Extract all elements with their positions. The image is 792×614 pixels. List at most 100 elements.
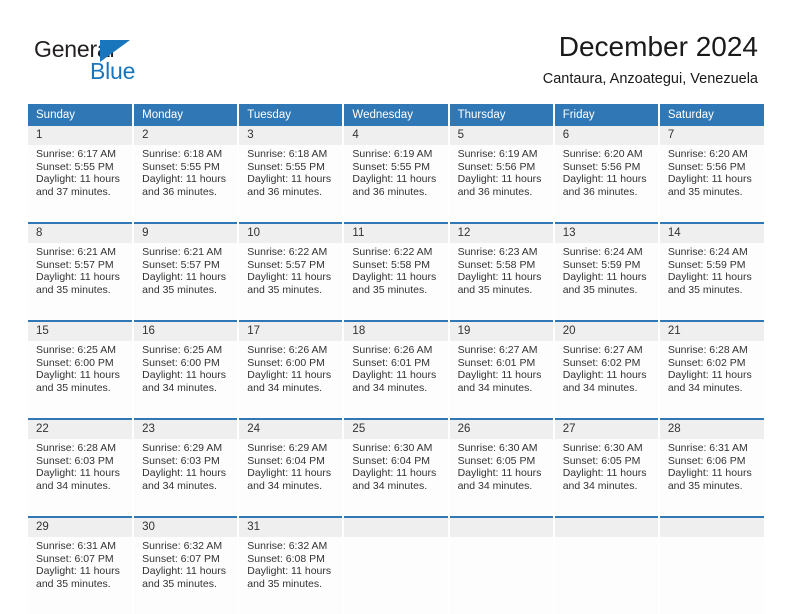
daylight-text-line2: and 35 minutes. — [36, 577, 111, 590]
day-cell: Sunrise: 6:29 AM Sunset: 6:04 PM Dayligh… — [238, 439, 345, 517]
logo-word-blue: Blue — [90, 58, 136, 84]
daylight-text-line1: Daylight: 11 hours — [247, 565, 332, 578]
sunrise-text: Sunrise: 6:31 AM — [36, 540, 116, 552]
day-cell: Sunrise: 6:31 AM Sunset: 6:07 PM Dayligh… — [28, 537, 135, 614]
sunset-text: Sunset: 5:57 PM — [247, 258, 325, 271]
daylight-text-line1: Daylight: 11 hours — [142, 467, 226, 480]
sunrise-text: Sunrise: 6:25 AM — [142, 344, 223, 356]
day-cell: Sunrise: 6:20 AM Sunset: 5:56 PM Dayligh… — [658, 145, 764, 223]
daylight-text-line1: Daylight: 11 hours — [457, 467, 542, 480]
daylight-text-line1: Daylight: 11 hours — [667, 271, 752, 284]
daylight-text-line1: Daylight: 11 hours — [247, 369, 332, 382]
location-subtitle: Cantaura, Anzoategui, Venezuela — [542, 71, 758, 87]
daylight-text-line1: Daylight: 11 hours — [36, 369, 120, 382]
sunset-text: Sunset: 5:55 PM — [142, 160, 220, 173]
daylight-text-line1: Daylight: 11 hours — [667, 369, 752, 382]
sunrise-text: Sunrise: 6:20 AM — [667, 148, 748, 160]
daylight-text-line2: and 34 minutes. — [562, 479, 638, 492]
sunrise-text: Sunrise: 6:30 AM — [457, 442, 538, 454]
daylight-text-line1: Daylight: 11 hours — [36, 565, 120, 578]
day-number: 26 — [448, 418, 555, 439]
page-title: December 2024 — [558, 31, 758, 62]
sunset-text: Sunset: 5:59 PM — [562, 258, 641, 271]
daylight-text-line2: and 36 minutes. — [457, 185, 533, 198]
day-cell: Sunrise: 6:24 AM Sunset: 5:59 PM Dayligh… — [553, 243, 660, 321]
calendar-page: General Blue December 2024 Cantaura, Anz… — [0, 0, 792, 614]
day-number: 25 — [343, 418, 450, 439]
week-daynum-row: 22 23 24 25 26 27 28 — [28, 418, 764, 439]
sunset-text: Sunset: 5:56 PM — [667, 160, 746, 173]
weekday-header-thursday: Thursday — [448, 104, 555, 126]
general-blue-logo[interactable]: General Blue — [34, 36, 234, 90]
day-number: 24 — [238, 418, 345, 439]
daylight-text-line1: Daylight: 11 hours — [142, 271, 226, 284]
daylight-text-line1: Daylight: 11 hours — [36, 467, 120, 480]
sunrise-text: Sunrise: 6:18 AM — [247, 148, 328, 160]
day-number: 17 — [238, 320, 345, 341]
day-number-empty — [658, 516, 764, 537]
day-cell: Sunrise: 6:30 AM Sunset: 6:05 PM Dayligh… — [448, 439, 555, 517]
sunrise-text: Sunrise: 6:21 AM — [142, 246, 223, 258]
day-cell: Sunrise: 6:24 AM Sunset: 5:59 PM Dayligh… — [658, 243, 764, 321]
daylight-text-line2: and 34 minutes. — [142, 381, 217, 394]
day-cell: Sunrise: 6:26 AM Sunset: 6:00 PM Dayligh… — [238, 341, 345, 419]
sunset-text: Sunset: 6:07 PM — [36, 552, 114, 565]
week-detail-row: Sunrise: 6:17 AM Sunset: 5:55 PM Dayligh… — [28, 145, 764, 223]
day-number: 31 — [238, 516, 345, 537]
daylight-text-line2: and 34 minutes. — [457, 381, 533, 394]
day-cell: Sunrise: 6:32 AM Sunset: 6:08 PM Dayligh… — [238, 537, 345, 614]
sunset-text: Sunset: 6:01 PM — [352, 356, 431, 369]
daylight-text-line1: Daylight: 11 hours — [142, 173, 226, 186]
sunrise-text: Sunrise: 6:27 AM — [562, 344, 643, 356]
day-number: 19 — [448, 320, 555, 341]
day-number: 16 — [133, 320, 240, 341]
daylight-text-line1: Daylight: 11 hours — [352, 467, 437, 480]
daylight-text-line1: Daylight: 11 hours — [667, 173, 752, 186]
sunrise-text: Sunrise: 6:32 AM — [247, 540, 328, 552]
week-daynum-row: 29 30 31 — [28, 516, 764, 537]
day-number: 22 — [28, 418, 135, 439]
sunset-text: Sunset: 5:55 PM — [352, 160, 431, 173]
day-number-empty — [553, 516, 660, 537]
day-cell: Sunrise: 6:28 AM Sunset: 6:03 PM Dayligh… — [28, 439, 135, 517]
sunrise-text: Sunrise: 6:29 AM — [142, 442, 223, 454]
day-cell: Sunrise: 6:30 AM Sunset: 6:04 PM Dayligh… — [343, 439, 450, 517]
sunset-text: Sunset: 6:00 PM — [36, 356, 114, 369]
day-cell: Sunrise: 6:19 AM Sunset: 5:56 PM Dayligh… — [448, 145, 555, 223]
daylight-text-line2: and 35 minutes. — [142, 283, 217, 296]
week-detail-row: Sunrise: 6:31 AM Sunset: 6:07 PM Dayligh… — [28, 537, 764, 614]
weekday-header-friday: Friday — [553, 104, 660, 126]
day-number-empty — [448, 516, 555, 537]
day-number: 21 — [658, 320, 764, 341]
sunrise-text: Sunrise: 6:28 AM — [667, 344, 748, 356]
daylight-text-line2: and 37 minutes. — [36, 185, 111, 198]
weekday-header-wednesday: Wednesday — [343, 104, 450, 126]
title-block: December 2024 Cantaura, Anzoategui, Vene… — [543, 30, 758, 89]
sunrise-text: Sunrise: 6:26 AM — [352, 344, 433, 356]
calendar-body: 1 2 3 4 5 6 7 Sunrise: 6:17 AM Sunset: 5… — [28, 126, 764, 614]
sunset-text: Sunset: 6:08 PM — [247, 552, 325, 565]
sunset-text: Sunset: 6:03 PM — [142, 454, 220, 467]
week-detail-row: Sunrise: 6:21 AM Sunset: 5:57 PM Dayligh… — [28, 243, 764, 321]
daylight-text-line1: Daylight: 11 hours — [562, 369, 647, 382]
day-cell: Sunrise: 6:26 AM Sunset: 6:01 PM Dayligh… — [343, 341, 450, 419]
sunrise-sunset-calendar-table: Sunday Monday Tuesday Wednesday Thursday… — [28, 104, 764, 614]
day-cell: Sunrise: 6:27 AM Sunset: 6:01 PM Dayligh… — [448, 341, 555, 419]
sunrise-text: Sunrise: 6:18 AM — [142, 148, 223, 160]
daylight-text-line1: Daylight: 11 hours — [247, 467, 332, 480]
daylight-text-line1: Daylight: 11 hours — [36, 173, 120, 186]
day-number: 27 — [553, 418, 660, 439]
day-cell: Sunrise: 6:23 AM Sunset: 5:58 PM Dayligh… — [448, 243, 555, 321]
sunrise-text: Sunrise: 6:24 AM — [562, 246, 643, 258]
day-number: 13 — [553, 222, 660, 243]
day-cell: Sunrise: 6:32 AM Sunset: 6:07 PM Dayligh… — [133, 537, 240, 614]
sunrise-text: Sunrise: 6:22 AM — [247, 246, 328, 258]
daylight-text-line1: Daylight: 11 hours — [352, 369, 437, 382]
daylight-text-line1: Daylight: 11 hours — [352, 271, 437, 284]
sunrise-text: Sunrise: 6:19 AM — [352, 148, 433, 160]
day-number: 30 — [133, 516, 240, 537]
sunset-text: Sunset: 6:07 PM — [142, 552, 220, 565]
day-cell: Sunrise: 6:27 AM Sunset: 6:02 PM Dayligh… — [553, 341, 660, 419]
sunset-text: Sunset: 6:04 PM — [352, 454, 431, 467]
day-number: 23 — [133, 418, 240, 439]
